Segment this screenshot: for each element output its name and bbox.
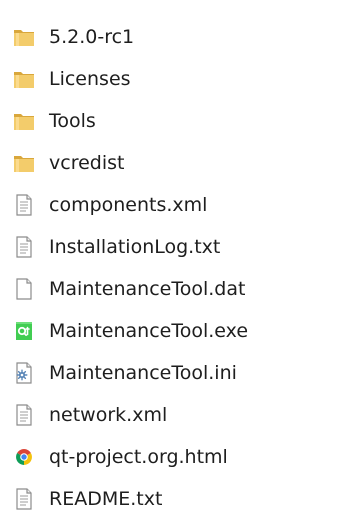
blank-document-icon [12,277,36,301]
file-item-components-xml[interactable]: components.xml [0,184,346,226]
file-item-maintenancetool-exe[interactable]: MaintenanceTool.exe [0,310,346,352]
file-name: Tools [49,110,96,132]
file-item-vcredist[interactable]: vcredist [0,142,346,184]
file-item-installationlog-txt[interactable]: InstallationLog.txt [0,226,346,268]
file-item-qt-project-org-html[interactable]: qt-project.org.html [0,436,346,478]
text-document-icon [12,235,36,259]
file-name: README.txt [49,488,163,510]
file-item-maintenancetool-ini[interactable]: MaintenanceTool.ini [0,352,346,394]
text-document-icon [12,193,36,217]
folder-icon [12,67,36,91]
text-document-icon [12,403,36,427]
folder-icon [12,25,36,49]
settings-document-icon [12,361,36,385]
file-item-readme-txt[interactable]: README.txt [0,478,346,520]
file-name: MaintenanceTool.ini [49,362,237,384]
file-name: 5.2.0-rc1 [49,26,135,48]
folder-icon [12,109,36,133]
file-name: MaintenanceTool.exe [49,320,249,342]
file-name: MaintenanceTool.dat [49,278,246,300]
file-name: vcredist [49,152,125,174]
file-name: qt-project.org.html [49,446,228,468]
file-item-5-2-0-rc1[interactable]: 5.2.0-rc1 [0,16,346,58]
folder-icon [12,151,36,175]
file-item-maintenancetool-dat[interactable]: MaintenanceTool.dat [0,268,346,310]
text-document-icon [12,487,36,511]
file-list: 5.2.0-rc1 Licenses Tools vcredist compon… [0,16,346,520]
file-item-licenses[interactable]: Licenses [0,58,346,100]
file-name: components.xml [49,194,208,216]
file-name: network.xml [49,404,168,426]
file-name: InstallationLog.txt [49,236,221,258]
chrome-icon [12,445,36,469]
file-item-network-xml[interactable]: network.xml [0,394,346,436]
qt-app-icon [12,319,36,343]
file-name: Licenses [49,68,131,90]
file-item-tools[interactable]: Tools [0,100,346,142]
